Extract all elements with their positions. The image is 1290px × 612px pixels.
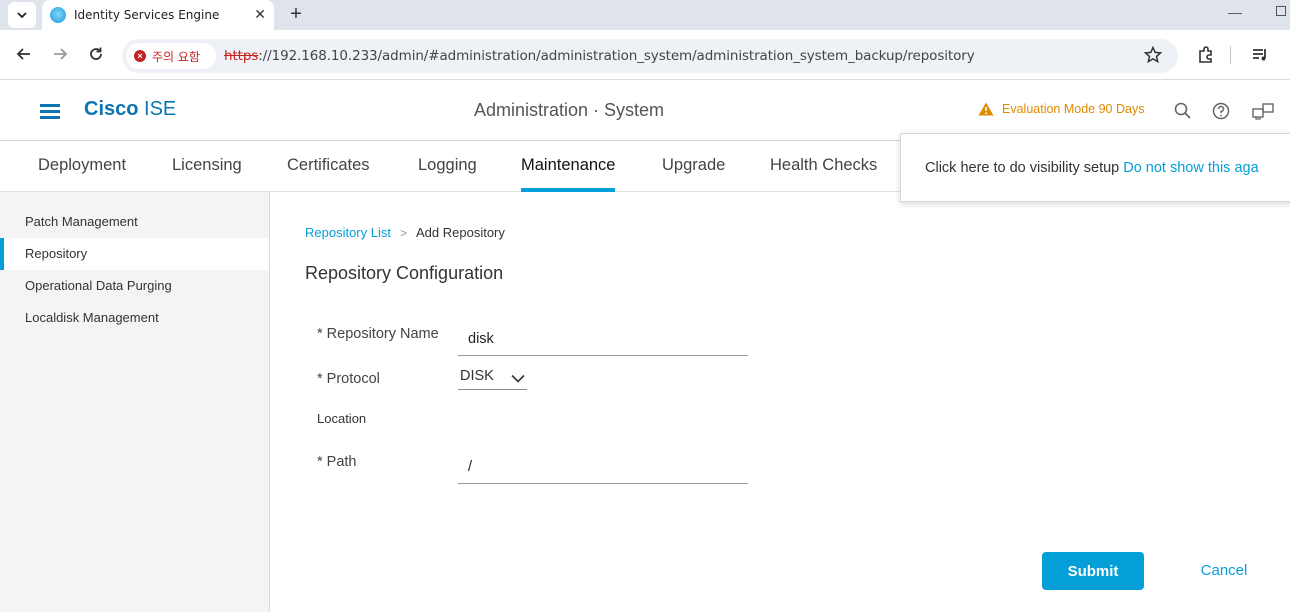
bookmark-star-icon[interactable]	[1144, 46, 1162, 64]
sidebar: Patch Management Repository Operational …	[0, 192, 270, 612]
maximize-icon[interactable]	[1276, 6, 1286, 16]
popover-message: Click here to do visibility setup Do not …	[925, 160, 1259, 176]
path-label: * Path	[317, 454, 357, 470]
address-bar[interactable]: × 주의 요함 https://192.168.10.233/admin/#ad…	[122, 39, 1178, 73]
minimize-icon[interactable]: —	[1228, 4, 1242, 20]
tab-licensing[interactable]: Licensing	[172, 156, 242, 192]
globe-icon	[50, 7, 66, 23]
url-path: ://192.168.10.233/admin/#administration/…	[258, 48, 975, 64]
page-title: Administration · System	[474, 100, 665, 120]
section-title: Repository Configuration	[305, 263, 504, 283]
evaluation-mode-notice[interactable]: Evaluation Mode 90 Days	[978, 102, 1144, 116]
warning-icon: ×	[134, 50, 146, 62]
chevron-right-icon: >	[399, 225, 407, 240]
sidebar-item-patch-management[interactable]: Patch Management	[0, 206, 269, 238]
protocol-value: DISK	[460, 368, 494, 384]
close-icon[interactable]: ✕	[254, 6, 266, 23]
warning-triangle-icon	[978, 102, 994, 116]
tab-deployment[interactable]: Deployment	[38, 156, 126, 192]
cisco-ise-logo[interactable]: Cisco ISE	[84, 98, 176, 121]
tab-title: Identity Services Engine	[74, 8, 220, 22]
tab-certificates[interactable]: Certificates	[287, 156, 370, 192]
protocol-select[interactable]: DISK	[458, 368, 527, 390]
chevron-down-icon	[17, 11, 27, 18]
evaluation-mode-label: Evaluation Mode 90 Days	[1002, 102, 1145, 116]
reload-icon	[90, 47, 102, 60]
forward-button[interactable]	[50, 44, 70, 64]
visibility-setup-icon[interactable]	[1252, 101, 1274, 121]
sidebar-item-localdisk-management[interactable]: Localdisk Management	[0, 302, 269, 334]
repository-name-label: * Repository Name	[317, 326, 439, 342]
repository-name-input[interactable]	[458, 322, 748, 356]
visibility-setup-popover: Click here to do visibility setup Do not …	[900, 133, 1290, 202]
media-control-icon[interactable]	[1250, 45, 1270, 65]
breadcrumb-repository-list[interactable]: Repository List	[305, 225, 391, 240]
brand-light: ISE	[138, 98, 177, 120]
chevron-down-icon	[511, 374, 525, 383]
help-icon[interactable]	[1211, 101, 1231, 121]
ise-header: Cisco ISE Administration · System Evalua…	[0, 80, 1290, 141]
browser-tab[interactable]: Identity Services Engine ✕	[42, 0, 274, 30]
search-icon[interactable]	[1173, 101, 1193, 121]
url-text[interactable]: https://192.168.10.233/admin/#administra…	[224, 48, 975, 64]
back-button[interactable]	[14, 44, 34, 64]
security-warning-label: 주의 요함	[152, 49, 200, 64]
url-scheme: https	[224, 48, 259, 64]
sidebar-item-repository[interactable]: Repository	[0, 238, 269, 270]
visibility-setup-link[interactable]: Click here to do visibility setup	[925, 160, 1119, 176]
toolbar-separator	[1230, 46, 1231, 64]
path-input[interactable]	[458, 450, 748, 484]
tab-search-button[interactable]	[8, 2, 36, 28]
tab-health-checks[interactable]: Health Checks	[770, 156, 877, 192]
submit-button[interactable]: Submit	[1042, 552, 1144, 590]
sidebar-item-operational-data-purging[interactable]: Operational Data Purging	[0, 270, 269, 302]
arrow-right-icon	[54, 48, 68, 60]
location-label: Location	[317, 411, 367, 426]
reload-button[interactable]	[86, 44, 106, 64]
security-warning-chip[interactable]: × 주의 요함	[126, 43, 216, 69]
new-tab-button[interactable]: +	[284, 2, 308, 26]
brand-bold: Cisco	[84, 98, 139, 120]
protocol-label: * Protocol	[317, 371, 380, 387]
tab-upgrade[interactable]: Upgrade	[662, 156, 725, 192]
breadcrumb: Repository List > Add Repository	[305, 225, 505, 240]
browser-toolbar: × 주의 요함 https://192.168.10.233/admin/#ad…	[0, 30, 1290, 80]
extensions-icon[interactable]	[1196, 45, 1216, 65]
breadcrumb-current: Add Repository	[416, 225, 505, 240]
tab-maintenance[interactable]: Maintenance	[521, 156, 616, 192]
tab-logging[interactable]: Logging	[418, 156, 477, 192]
hamburger-menu-icon[interactable]	[40, 104, 60, 119]
browser-tab-strip: Identity Services Engine ✕ + —	[0, 0, 1290, 30]
arrow-left-icon	[16, 48, 30, 60]
cancel-button[interactable]: Cancel	[1190, 560, 1258, 580]
do-not-show-link[interactable]: Do not show this aga	[1123, 160, 1258, 176]
